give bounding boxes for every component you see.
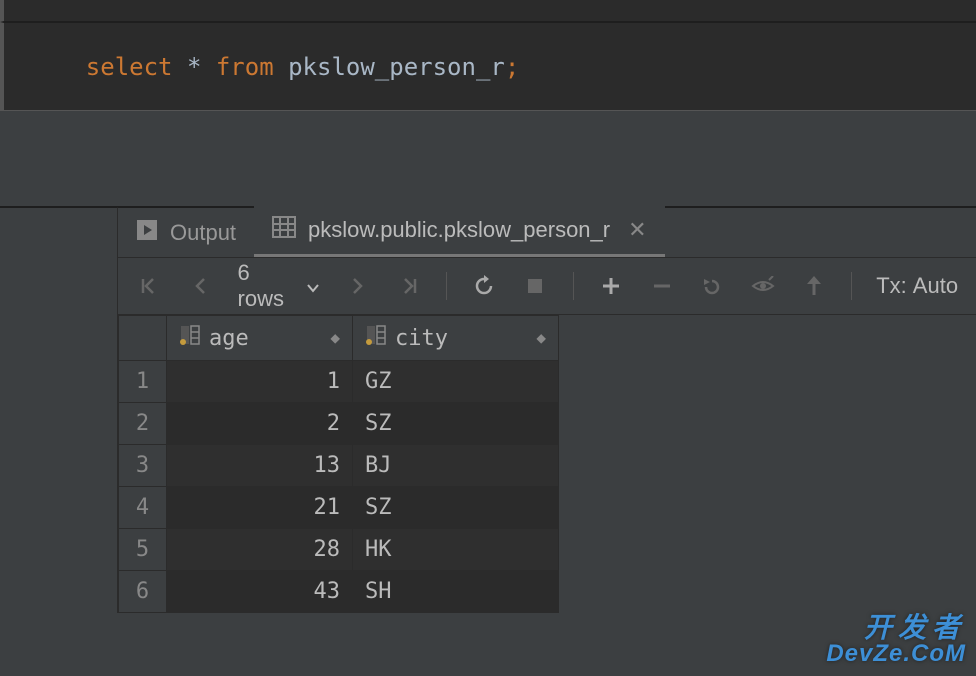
cell-age[interactable]: 1 (167, 361, 353, 403)
table-row[interactable]: 421SZ (119, 487, 559, 529)
editor-results-divider (0, 110, 976, 206)
stop-button[interactable] (522, 272, 549, 300)
sql-table-name: pkslow_person_r (288, 53, 505, 81)
cell-city[interactable]: BJ (353, 445, 559, 487)
toolbar-separator (573, 272, 574, 300)
cell-age[interactable]: 43 (167, 571, 353, 613)
cell-city[interactable]: SH (353, 571, 559, 613)
cell-age[interactable]: 21 (167, 487, 353, 529)
watermark: 开发者 DevZe.CoM (826, 614, 966, 666)
row-number[interactable]: 2 (119, 403, 167, 445)
commit-button[interactable] (801, 272, 828, 300)
chevron-down-icon (306, 273, 320, 299)
table-row[interactable]: 11GZ (119, 361, 559, 403)
cell-city[interactable]: HK (353, 529, 559, 571)
table-row[interactable]: 528HK (119, 529, 559, 571)
watermark-line2: DevZe.CoM (826, 642, 966, 666)
row-count-selector[interactable]: 6 rows (238, 260, 321, 312)
sql-semicolon: ; (505, 53, 519, 81)
sort-icon[interactable]: ◆ (536, 330, 546, 346)
first-page-button[interactable] (136, 272, 163, 300)
cell-age[interactable]: 13 (167, 445, 353, 487)
tab-result-label: pkslow.public.pkslow_person_r (308, 217, 610, 243)
row-number[interactable]: 5 (119, 529, 167, 571)
tab-output-label: Output (170, 220, 236, 246)
toolbar-separator (446, 272, 447, 300)
column-icon (179, 324, 201, 352)
row-count-label: 6 rows (238, 260, 299, 312)
revert-button[interactable] (699, 272, 726, 300)
column-header-age[interactable]: age ◆ (167, 316, 353, 361)
results-left-gutter (0, 207, 118, 613)
cell-city[interactable]: SZ (353, 403, 559, 445)
row-number[interactable]: 4 (119, 487, 167, 529)
sort-icon[interactable]: ◆ (330, 330, 340, 346)
sql-keyword-select: select (86, 53, 173, 81)
tx-mode: Auto (913, 273, 958, 299)
results-table: age ◆ city (118, 315, 559, 613)
toolbar-separator (851, 272, 852, 300)
sql-editor[interactable]: select * from pkslow_person_r; (0, 22, 976, 110)
table-row[interactable]: 643SH (119, 571, 559, 613)
tab-result-table[interactable]: pkslow.public.pkslow_person_r ✕ (254, 206, 665, 257)
run-icon (136, 219, 158, 247)
tx-mode-selector[interactable]: Tx: Auto (876, 273, 958, 299)
column-city-label: city (395, 326, 528, 351)
close-icon[interactable]: ✕ (628, 217, 646, 243)
row-number[interactable]: 1 (119, 361, 167, 403)
cell-city[interactable]: SZ (353, 487, 559, 529)
last-page-button[interactable] (395, 272, 422, 300)
results-toolbar: 6 rows (118, 257, 976, 315)
column-age-label: age (209, 326, 322, 351)
watermark-line1: 开发者 (826, 614, 966, 642)
cell-age[interactable]: 28 (167, 529, 353, 571)
table-row[interactable]: 313BJ (119, 445, 559, 487)
sql-star: * (187, 53, 201, 81)
table-row[interactable]: 22SZ (119, 403, 559, 445)
result-tabs: Output pkslow.public.pkslow_person_r ✕ (118, 207, 976, 257)
refresh-button[interactable] (471, 272, 498, 300)
column-icon (365, 324, 387, 352)
sql-keyword-from: from (216, 53, 274, 81)
preview-button[interactable] (750, 272, 777, 300)
tx-label: Tx: (876, 273, 907, 299)
cell-city[interactable]: GZ (353, 361, 559, 403)
tab-output[interactable]: Output (118, 209, 254, 257)
next-page-button[interactable] (344, 272, 371, 300)
row-number[interactable]: 3 (119, 445, 167, 487)
prev-page-button[interactable] (187, 272, 214, 300)
editor-top-strip (0, 0, 976, 22)
row-number[interactable]: 6 (119, 571, 167, 613)
cell-age[interactable]: 2 (167, 403, 353, 445)
row-number-header[interactable] (119, 316, 167, 361)
remove-row-button[interactable] (648, 272, 675, 300)
table-icon (272, 216, 296, 244)
add-row-button[interactable] (597, 272, 624, 300)
column-header-city[interactable]: city ◆ (353, 316, 559, 361)
